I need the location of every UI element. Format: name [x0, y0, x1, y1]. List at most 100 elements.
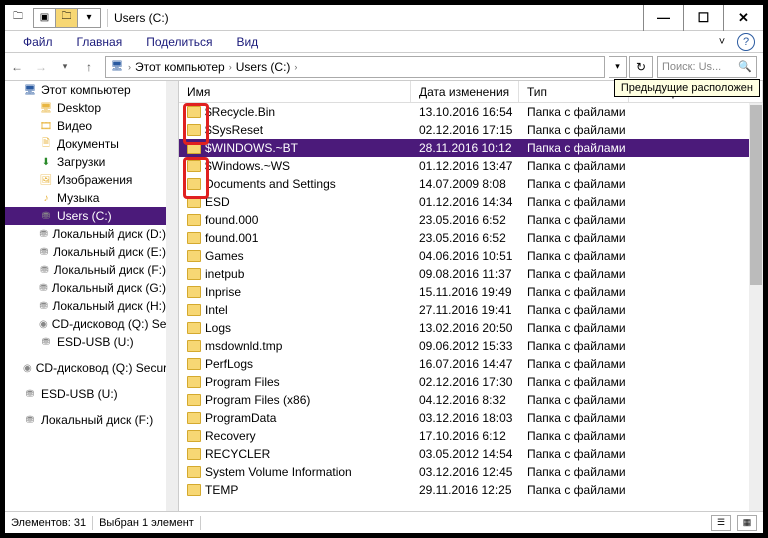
search-icon: 🔍 [738, 60, 752, 73]
file-type: Папка с файлами [519, 123, 629, 137]
nav-downloads[interactable]: ⬇Загрузки [5, 153, 166, 171]
back-button[interactable]: ← [5, 55, 29, 79]
qat-dropdown[interactable]: ▾ [78, 9, 100, 27]
address-bar[interactable]: 🖥 › Этот компьютер › Users (C:) › [105, 56, 605, 78]
help-icon[interactable]: ? [737, 33, 755, 51]
nav-video[interactable]: 🎞Видео [5, 117, 166, 135]
folder-icon [187, 160, 201, 172]
nav-drive-f2[interactable]: ⛃Локальный диск (F:) [5, 411, 166, 429]
table-row[interactable]: System Volume Information03.12.2016 12:4… [179, 463, 763, 481]
search-input[interactable]: Поиск: Us... 🔍 Предыдущие расположен [657, 56, 757, 78]
nav-pictures[interactable]: 🖼Изображения [5, 171, 166, 189]
folder-icon [187, 286, 201, 298]
col-name[interactable]: Имя [179, 81, 411, 102]
list-scrollbar[interactable] [749, 103, 763, 511]
nav-usersc[interactable]: ⛃Users (C:) [5, 207, 166, 225]
file-type: Папка с файлами [519, 159, 629, 173]
file-type: Папка с файлами [519, 393, 629, 407]
table-row[interactable]: inetpub09.08.2016 11:37Папка с файлами [179, 265, 763, 283]
table-row[interactable]: ESD01.12.2016 14:34Папка с файлами [179, 193, 763, 211]
table-row[interactable]: Recovery17.10.2016 6:12Папка с файлами [179, 427, 763, 445]
breadcrumb-root[interactable]: Этот компьютер [135, 60, 225, 74]
downloads-icon: ⬇ [39, 155, 53, 169]
nav-drive-e[interactable]: ⛃Локальный диск (E:) [5, 243, 166, 261]
nav-thispc[interactable]: 🖥Этот компьютер [5, 81, 166, 99]
file-date: 01.12.2016 13:47 [411, 159, 519, 173]
file-date: 02.12.2016 17:15 [411, 123, 519, 137]
table-row[interactable]: Documents and Settings14.07.2009 8:08Пап… [179, 175, 763, 193]
qat-properties[interactable]: ▣ [34, 9, 56, 27]
breadcrumb-current[interactable]: Users (C:) [236, 60, 291, 74]
drive-icon: ⛃ [39, 299, 48, 313]
table-row[interactable]: TEMP29.11.2016 12:25Папка с файлами [179, 481, 763, 499]
file-date: 27.11.2016 19:41 [411, 303, 519, 317]
nav-documents[interactable]: 🗎Документы [5, 135, 166, 153]
file-type: Папка с файлами [519, 231, 629, 245]
nav-cd-q1[interactable]: ◉CD-дисковод (Q:) SecureI [5, 315, 166, 333]
file-date: 23.05.2016 6:52 [411, 213, 519, 227]
table-row[interactable]: $SysReset02.12.2016 17:15Папка с файлами [179, 121, 763, 139]
status-count: Элементов: 31 [11, 517, 86, 529]
up-button[interactable]: ↑ [77, 55, 101, 79]
nav-drive-d[interactable]: ⛃Локальный диск (D:) [5, 225, 166, 243]
address-toolbar: ← → ▾ ↑ 🖥 › Этот компьютер › Users (C:) … [5, 53, 763, 81]
chevron-right-icon: › [128, 62, 131, 72]
usb-icon: ⛃ [23, 387, 37, 401]
file-name: Recovery [205, 429, 256, 443]
table-row[interactable]: Intel27.11.2016 19:41Папка с файлами [179, 301, 763, 319]
nav-drive-g[interactable]: ⛃Локальный диск (G:) [5, 279, 166, 297]
maximize-button[interactable]: ☐ [683, 5, 723, 31]
table-row[interactable]: $Recycle.Bin13.10.2016 16:54Папка с файл… [179, 103, 763, 121]
file-date: 09.08.2016 11:37 [411, 267, 519, 281]
recent-dropdown[interactable]: ▾ [53, 55, 77, 79]
table-row[interactable]: Program Files02.12.2016 17:30Папка с фай… [179, 373, 763, 391]
close-button[interactable]: ✕ [723, 5, 763, 31]
file-type: Папка с файлами [519, 465, 629, 479]
folder-icon [187, 376, 201, 388]
file-date: 15.11.2016 19:49 [411, 285, 519, 299]
qat-newfolder[interactable]: 🗀 [56, 9, 78, 27]
forward-button[interactable]: → [29, 55, 53, 79]
file-name: TEMP [205, 483, 238, 497]
table-row[interactable]: RECYCLER03.05.2012 14:54Папка с файлами [179, 445, 763, 463]
file-name: Intel [205, 303, 228, 317]
documents-icon: 🗎 [39, 137, 53, 151]
file-date: 03.12.2016 12:45 [411, 465, 519, 479]
table-row[interactable]: PerfLogs16.07.2016 14:47Папка с файлами [179, 355, 763, 373]
nav-scrollbar[interactable] [166, 81, 178, 511]
table-row[interactable]: ProgramData03.12.2016 18:03Папка с файла… [179, 409, 763, 427]
tab-home[interactable]: Главная [65, 32, 135, 52]
nav-desktop[interactable]: 🖥Desktop [5, 99, 166, 117]
col-date[interactable]: Дата изменения [411, 81, 519, 102]
col-type[interactable]: Тип [519, 81, 629, 102]
nav-music[interactable]: ♪Музыка [5, 189, 166, 207]
nav-esd-u2[interactable]: ⛃ESD-USB (U:) [5, 385, 166, 403]
nav-drive-h[interactable]: ⛃Локальный диск (H:) [5, 297, 166, 315]
table-row[interactable]: msdownld.tmp09.06.2012 15:33Папка с файл… [179, 337, 763, 355]
refresh-button[interactable]: ↻ [629, 56, 653, 78]
nav-cd-q2[interactable]: ◉CD-дисковод (Q:) SecureI [5, 359, 166, 377]
nav-esd-u1[interactable]: ⛃ESD-USB (U:) [5, 333, 166, 351]
nav-drive-f[interactable]: ⛃Локальный диск (F:) [5, 261, 166, 279]
file-type: Папка с файлами [519, 105, 629, 119]
minimize-button[interactable]: — [643, 5, 683, 31]
view-icons-button[interactable]: ▦ [737, 515, 757, 531]
ribbon-expand-icon[interactable]: ˅ [713, 33, 731, 51]
table-row[interactable]: Inprise15.11.2016 19:49Папка с файлами [179, 283, 763, 301]
table-row[interactable]: $WINDOWS.~BT28.11.2016 10:12Папка с файл… [179, 139, 763, 157]
view-details-button[interactable]: ☰ [711, 515, 731, 531]
tab-share[interactable]: Поделиться [134, 32, 224, 52]
table-row[interactable]: Games04.06.2016 10:51Папка с файлами [179, 247, 763, 265]
file-date: 16.07.2016 14:47 [411, 357, 519, 371]
tab-file[interactable]: Файл [11, 32, 65, 52]
table-row[interactable]: found.00023.05.2016 6:52Папка с файлами [179, 211, 763, 229]
table-row[interactable]: found.00123.05.2016 6:52Папка с файлами [179, 229, 763, 247]
file-name: Games [205, 249, 244, 263]
tab-view[interactable]: Вид [224, 32, 270, 52]
table-row[interactable]: Program Files (x86)04.12.2016 8:32Папка … [179, 391, 763, 409]
table-row[interactable]: $Windows.~WS01.12.2016 13:47Папка с файл… [179, 157, 763, 175]
address-dropdown[interactable]: ▾ [609, 56, 627, 78]
table-row[interactable]: Logs13.02.2016 20:50Папка с файлами [179, 319, 763, 337]
file-date: 29.11.2016 12:25 [411, 483, 519, 497]
music-icon: ♪ [39, 191, 53, 205]
